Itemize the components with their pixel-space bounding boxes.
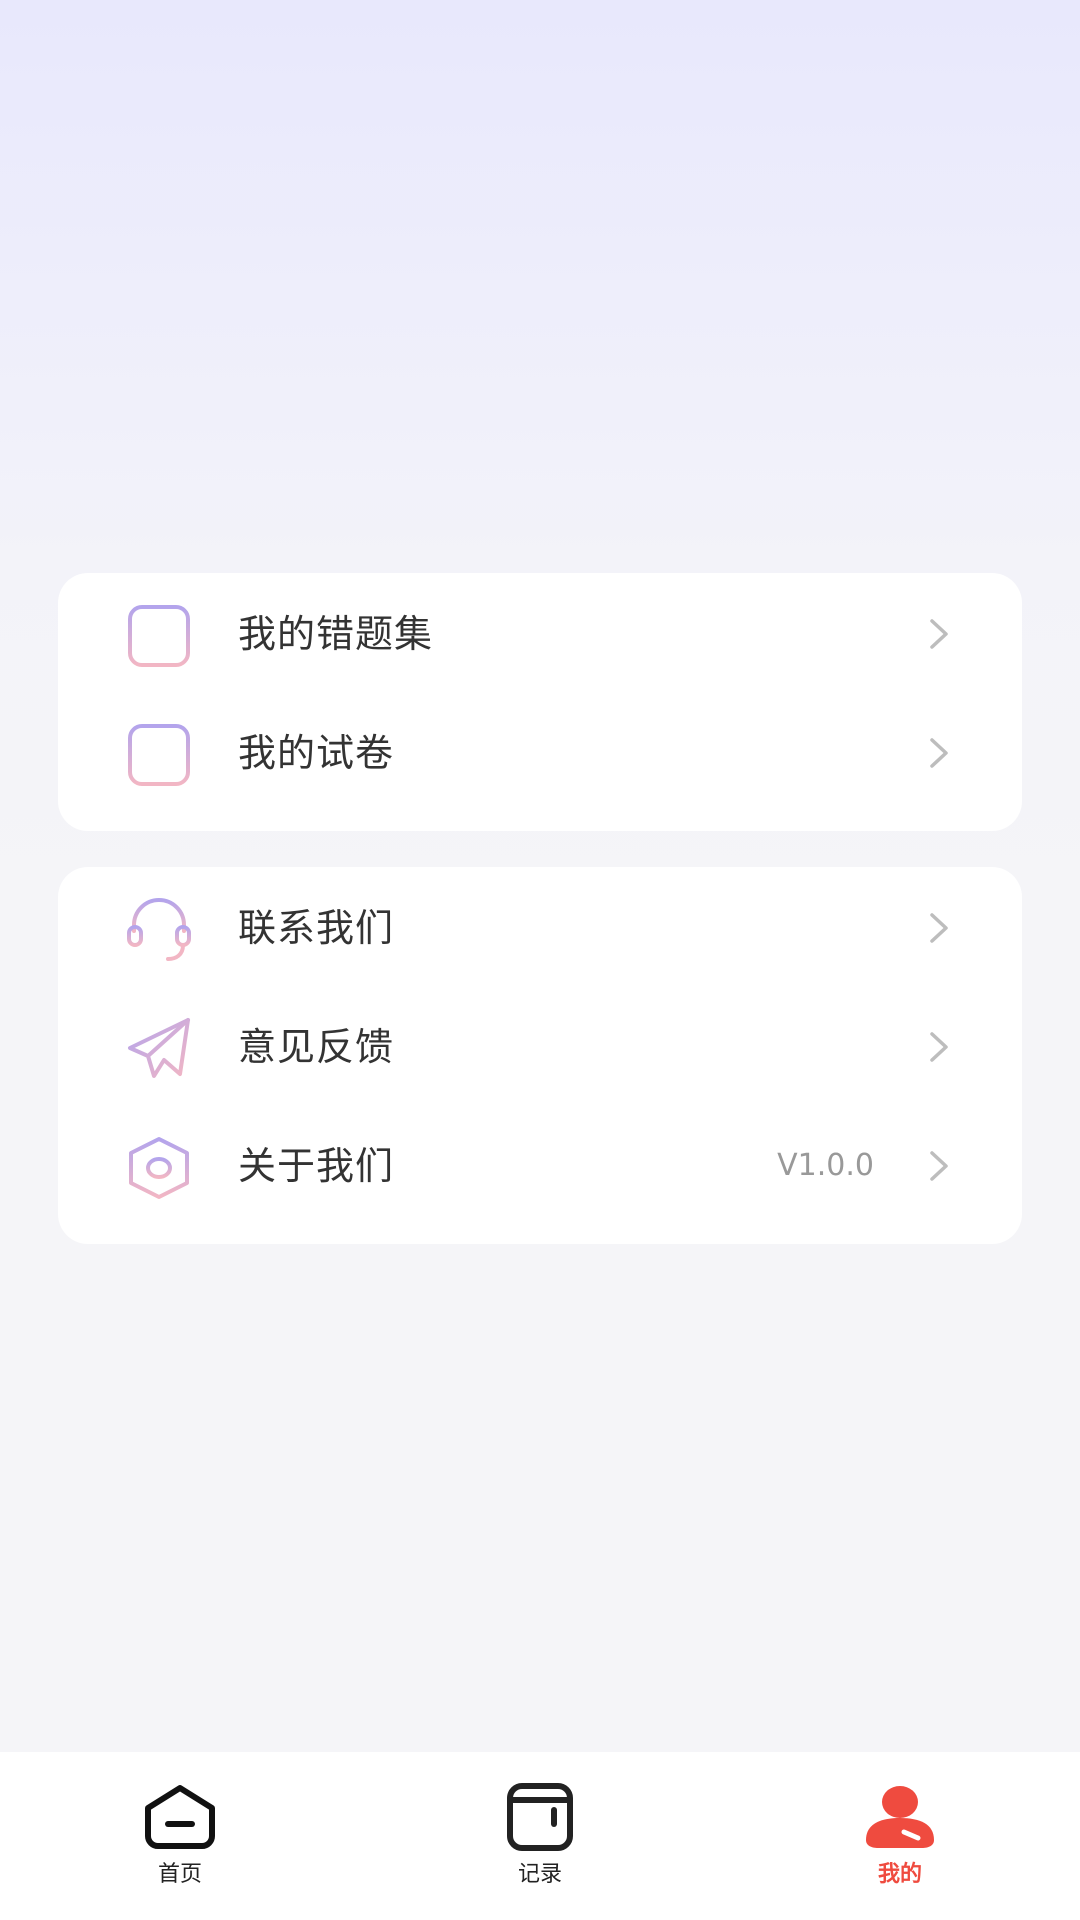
tab-label: 我的	[877, 1862, 922, 1887]
chevron-right-icon	[930, 1032, 948, 1062]
user-icon	[866, 1786, 934, 1848]
menu-item-label: 我的试卷	[238, 731, 395, 775]
chevron-right-icon	[930, 1151, 948, 1181]
menu-item-label: 关于我们	[238, 1144, 395, 1188]
tab-label: 记录	[517, 1862, 562, 1887]
chevron-right-icon	[930, 619, 948, 649]
menu-item-feedback[interactable]: 意见反馈	[58, 992, 1022, 1102]
paper-plane-icon	[128, 1018, 190, 1078]
menu-item-contact-us[interactable]: 联系我们	[58, 873, 1022, 983]
home-icon	[145, 1785, 215, 1849]
version-label: V1.0.0	[777, 1148, 874, 1183]
tab-mine[interactable]: 我的	[800, 1752, 1000, 1920]
menu-item-label: 我的错题集	[238, 612, 434, 656]
hexagon-info-icon	[129, 1137, 189, 1199]
headset-icon	[127, 898, 191, 961]
chevron-right-icon	[930, 738, 948, 768]
menu-item-label: 意见反馈	[238, 1025, 395, 1069]
menu-item-wrong-questions[interactable]: 我的错题集	[58, 579, 1022, 689]
support-menu-card: 联系我们 意见反馈 关于我们 V1.0.0	[58, 867, 1022, 1244]
tab-record[interactable]: 记录	[440, 1752, 640, 1920]
study-menu-card: 我的错题集 我的试卷	[58, 573, 1022, 831]
tab-label: 首页	[157, 1862, 202, 1887]
tab-home[interactable]: 首页	[80, 1752, 280, 1920]
record-icon	[507, 1783, 573, 1851]
chevron-right-icon	[930, 913, 948, 943]
menu-item-my-papers[interactable]: 我的试卷	[58, 698, 1022, 808]
exam-paper-icon	[128, 724, 190, 786]
bottom-tab-bar: 首页 记录 我的	[0, 1752, 1080, 1920]
menu-item-about-us[interactable]: 关于我们 V1.0.0	[58, 1111, 1022, 1221]
wrong-questions-icon	[128, 605, 190, 667]
menu-item-label: 联系我们	[238, 906, 395, 950]
